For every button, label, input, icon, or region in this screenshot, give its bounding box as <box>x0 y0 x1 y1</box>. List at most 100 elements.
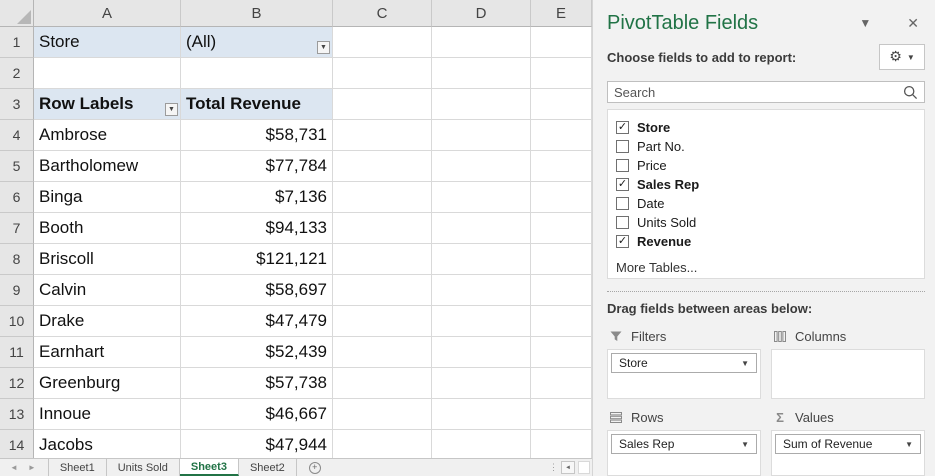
filter-dropdown-icon[interactable]: ▼ <box>165 103 178 116</box>
cell-C11[interactable] <box>333 337 432 368</box>
row-header-5[interactable]: 5 <box>0 151 34 182</box>
select-all-corner[interactable] <box>0 0 34 27</box>
cell-A5[interactable]: Bartholomew <box>34 151 181 182</box>
tab-scroll-left-icon[interactable]: ◄ <box>10 463 18 472</box>
cell-D7[interactable] <box>432 213 531 244</box>
cell-D8[interactable] <box>432 244 531 275</box>
pill-dropdown-arrow-icon[interactable]: ▼ <box>741 359 749 368</box>
cell-B12[interactable]: $57,738 <box>181 368 333 399</box>
cell-A1[interactable]: Store <box>34 27 181 58</box>
field-pill-sum-of-revenue[interactable]: Sum of Revenue▼ <box>775 434 921 454</box>
cell-A2[interactable] <box>34 58 181 89</box>
cell-A12[interactable]: Greenburg <box>34 368 181 399</box>
cell-A14[interactable]: Jacobs <box>34 430 181 458</box>
cell-C14[interactable] <box>333 430 432 458</box>
values-dropzone[interactable]: Sum of Revenue▼ <box>771 430 925 476</box>
checkbox-icon[interactable]: ✓ <box>616 178 629 191</box>
field-pill-store[interactable]: Store▼ <box>611 353 757 373</box>
cell-C5[interactable] <box>333 151 432 182</box>
cell-E2[interactable] <box>531 58 592 89</box>
checkbox-icon[interactable] <box>616 140 629 153</box>
field-item-price[interactable]: Price <box>616 156 916 175</box>
row-header-4[interactable]: 4 <box>0 120 34 151</box>
pane-options-chevron-icon[interactable]: ▼ <box>859 16 871 30</box>
cell-E13[interactable] <box>531 399 592 430</box>
cell-E9[interactable] <box>531 275 592 306</box>
cell-A3[interactable]: Row Labels▼ <box>34 89 181 120</box>
cell-D3[interactable] <box>432 89 531 120</box>
cell-C7[interactable] <box>333 213 432 244</box>
row-header-1[interactable]: 1 <box>0 27 34 58</box>
cell-D11[interactable] <box>432 337 531 368</box>
row-header-14[interactable]: 14 <box>0 430 34 458</box>
field-item-store[interactable]: ✓Store <box>616 118 916 137</box>
cell-D4[interactable] <box>432 120 531 151</box>
cell-A11[interactable]: Earnhart <box>34 337 181 368</box>
cell-A4[interactable]: Ambrose <box>34 120 181 151</box>
sheet-tab-sheet1[interactable]: Sheet1 <box>48 459 107 476</box>
cell-D5[interactable] <box>432 151 531 182</box>
cell-E3[interactable] <box>531 89 592 120</box>
cell-C4[interactable] <box>333 120 432 151</box>
cell-A8[interactable]: Briscoll <box>34 244 181 275</box>
cell-D1[interactable] <box>432 27 531 58</box>
scrollbar-track[interactable] <box>578 461 590 474</box>
cell-B1[interactable]: (All)▼ <box>181 27 333 58</box>
cell-E12[interactable] <box>531 368 592 399</box>
row-header-7[interactable]: 7 <box>0 213 34 244</box>
row-header-13[interactable]: 13 <box>0 399 34 430</box>
new-sheet-button[interactable]: + <box>297 459 333 476</box>
cell-E1[interactable] <box>531 27 592 58</box>
cell-E8[interactable] <box>531 244 592 275</box>
cell-B7[interactable]: $94,133 <box>181 213 333 244</box>
column-header-C[interactable]: C <box>333 0 432 27</box>
scrollbar-grip-icon[interactable]: ⋮ <box>549 463 558 472</box>
row-header-9[interactable]: 9 <box>0 275 34 306</box>
cell-E5[interactable] <box>531 151 592 182</box>
cell-B13[interactable]: $46,667 <box>181 399 333 430</box>
cell-A9[interactable]: Calvin <box>34 275 181 306</box>
pill-dropdown-arrow-icon[interactable]: ▼ <box>741 440 749 449</box>
cell-B8[interactable]: $121,121 <box>181 244 333 275</box>
filter-dropdown-icon[interactable]: ▼ <box>317 41 330 54</box>
column-header-B[interactable]: B <box>181 0 333 27</box>
row-header-2[interactable]: 2 <box>0 58 34 89</box>
field-item-date[interactable]: Date <box>616 194 916 213</box>
cell-E4[interactable] <box>531 120 592 151</box>
row-header-6[interactable]: 6 <box>0 182 34 213</box>
cell-D10[interactable] <box>432 306 531 337</box>
cell-B5[interactable]: $77,784 <box>181 151 333 182</box>
cell-D14[interactable] <box>432 430 531 458</box>
checkbox-icon[interactable] <box>616 216 629 229</box>
field-item-sales-rep[interactable]: ✓Sales Rep <box>616 175 916 194</box>
cell-C9[interactable] <box>333 275 432 306</box>
cell-D12[interactable] <box>432 368 531 399</box>
cell-C6[interactable] <box>333 182 432 213</box>
sheet-tab-units-sold[interactable]: Units Sold <box>107 459 180 476</box>
tools-gear-button[interactable]: ⚙ ▼ <box>879 44 925 70</box>
cell-B4[interactable]: $58,731 <box>181 120 333 151</box>
rows-dropzone[interactable]: Sales Rep▼ <box>607 430 761 476</box>
pane-splitter[interactable] <box>607 291 925 292</box>
row-header-3[interactable]: 3 <box>0 89 34 120</box>
cell-A6[interactable]: Binga <box>34 182 181 213</box>
field-item-part-no-[interactable]: Part No. <box>616 137 916 156</box>
cell-D9[interactable] <box>432 275 531 306</box>
scroll-left-button[interactable]: ◄ <box>561 461 575 474</box>
row-header-8[interactable]: 8 <box>0 244 34 275</box>
cell-A7[interactable]: Booth <box>34 213 181 244</box>
column-header-D[interactable]: D <box>432 0 531 27</box>
search-input[interactable] <box>614 85 903 100</box>
cell-B10[interactable]: $47,479 <box>181 306 333 337</box>
cell-D13[interactable] <box>432 399 531 430</box>
cell-B11[interactable]: $52,439 <box>181 337 333 368</box>
cell-B2[interactable] <box>181 58 333 89</box>
cell-E11[interactable] <box>531 337 592 368</box>
sheet-tab-sheet3[interactable]: Sheet3 <box>180 459 239 476</box>
cell-B3[interactable]: Total Revenue <box>181 89 333 120</box>
cell-E6[interactable] <box>531 182 592 213</box>
cell-C1[interactable] <box>333 27 432 58</box>
cell-B14[interactable]: $47,944 <box>181 430 333 458</box>
column-header-E[interactable]: E <box>531 0 592 27</box>
sheet-tab-sheet2[interactable]: Sheet2 <box>239 459 297 476</box>
